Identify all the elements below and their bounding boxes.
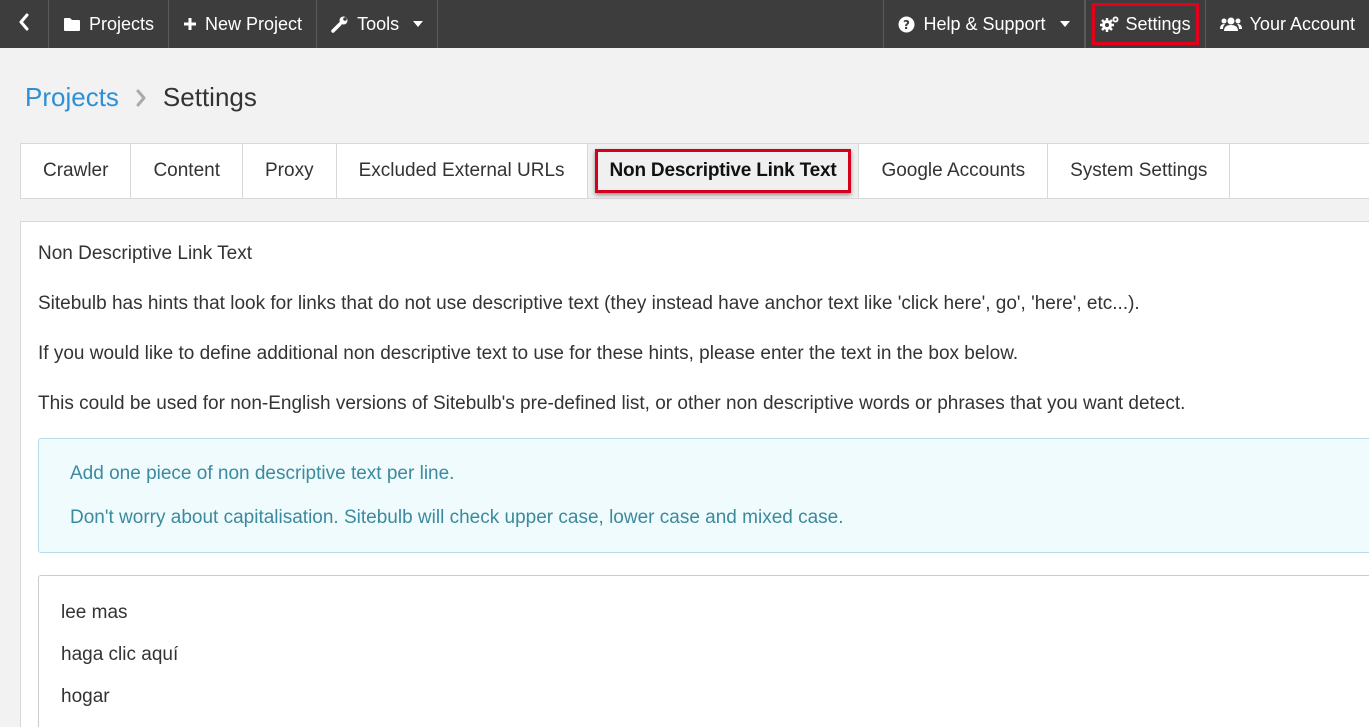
- projects-nav-label: Projects: [89, 13, 155, 34]
- settings-nav-container: Settings: [1084, 0, 1205, 48]
- description-paragraph: Sitebulb has hints that look for links t…: [38, 293, 1140, 314]
- tab-label: Proxy: [265, 160, 314, 181]
- tab-label: System Settings: [1070, 160, 1208, 181]
- question-circle-icon: ?: [898, 16, 915, 33]
- tab-non-descriptive-link-text[interactable]: Non Descriptive Link Text: [587, 144, 860, 198]
- tools-label: Tools: [357, 13, 400, 34]
- help-support-dropdown[interactable]: ? Help & Support: [884, 0, 1085, 48]
- page-title: Settings: [162, 82, 257, 112]
- tab-excluded-external-urls[interactable]: Excluded External URLs: [337, 144, 588, 198]
- svg-text:?: ?: [903, 18, 910, 32]
- breadcrumb-projects-link[interactable]: Projects: [25, 82, 119, 113]
- tab-label: Non Descriptive Link Text: [594, 149, 852, 193]
- settings-tabs: Crawler Content Proxy Excluded External …: [20, 143, 1369, 199]
- tools-dropdown[interactable]: Tools: [317, 0, 439, 48]
- tab-system-settings[interactable]: System Settings: [1048, 144, 1231, 198]
- tab-label: Crawler: [43, 160, 109, 181]
- settings-nav-label: Settings: [1125, 13, 1191, 34]
- projects-nav-button[interactable]: Projects: [49, 0, 170, 48]
- plus-icon: [183, 17, 197, 31]
- caret-down-icon: [413, 21, 424, 27]
- wrench-icon: [331, 15, 349, 33]
- tab-content[interactable]: Content: [131, 144, 243, 198]
- chevron-right-icon: [135, 88, 147, 108]
- top-navigation-bar: Projects New Project Tools ? Help & Supp…: [0, 0, 1369, 48]
- text-line: hogar: [61, 686, 110, 707]
- description-paragraph: If you would like to define additional n…: [38, 343, 1019, 364]
- tab-google-accounts[interactable]: Google Accounts: [859, 144, 1049, 198]
- description-paragraph: This could be used for non-English versi…: [38, 393, 1186, 414]
- tab-label: Excluded External URLs: [358, 160, 565, 181]
- users-icon: [1219, 16, 1242, 32]
- new-project-button[interactable]: New Project: [169, 0, 318, 48]
- info-line: Add one piece of non descriptive text pe…: [70, 463, 455, 484]
- text-line: haga clic aquí: [61, 644, 179, 665]
- back-button[interactable]: [0, 0, 49, 48]
- non-descriptive-text-input[interactable]: lee mas haga clic aquí hogar: [38, 575, 1369, 727]
- new-project-label: New Project: [205, 13, 303, 34]
- info-alert: Add one piece of non descriptive text pe…: [38, 438, 1369, 553]
- tab-crawler[interactable]: Crawler: [21, 144, 132, 198]
- your-account-button[interactable]: Your Account: [1204, 0, 1369, 48]
- tab-label: Google Accounts: [881, 160, 1026, 181]
- text-line: lee mas: [61, 602, 128, 623]
- tab-label: Content: [153, 160, 220, 181]
- folder-icon: [63, 17, 81, 32]
- topbar-spacer: [438, 0, 885, 48]
- settings-panel: Non Descriptive Link Text Sitebulb has h…: [20, 221, 1369, 727]
- info-line: Don't worry about capitalisation. Sitebu…: [70, 507, 844, 528]
- cogs-icon: [1099, 15, 1120, 33]
- settings-nav-button[interactable]: Settings: [1091, 0, 1199, 48]
- breadcrumb: Projects Settings: [25, 82, 257, 113]
- tab-proxy[interactable]: Proxy: [243, 144, 337, 198]
- help-support-label: Help & Support: [923, 13, 1046, 34]
- panel-heading: Non Descriptive Link Text: [38, 243, 253, 264]
- caret-down-icon: [1059, 21, 1070, 27]
- chevron-left-icon: [18, 13, 30, 36]
- your-account-label: Your Account: [1249, 13, 1355, 34]
